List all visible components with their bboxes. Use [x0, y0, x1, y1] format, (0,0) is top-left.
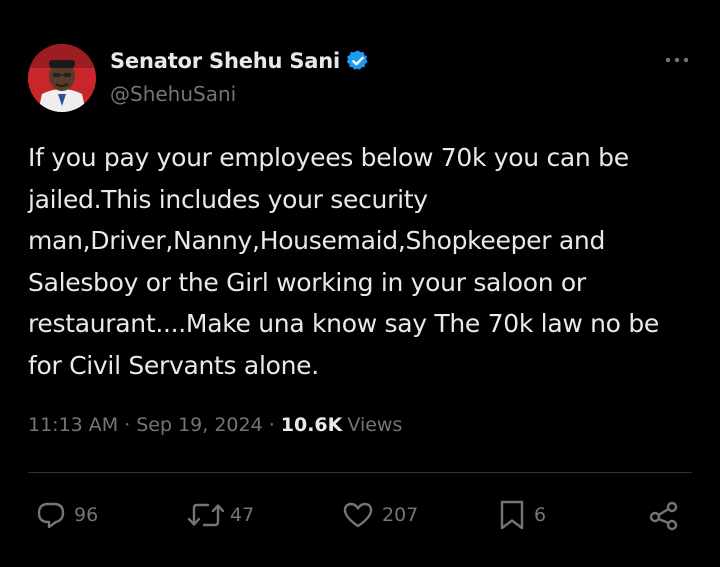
avatar[interactable] — [28, 44, 96, 112]
repost-count: 47 — [230, 504, 255, 526]
avatar-photo — [28, 44, 96, 112]
share-icon — [649, 501, 678, 531]
meta-separator: · — [268, 414, 275, 436]
heart-icon — [343, 502, 373, 528]
more-horizontal-icon[interactable] — [664, 50, 690, 70]
author-name-row: Senator Shehu Sani — [110, 46, 370, 76]
bookmark-button[interactable]: 6 — [498, 494, 546, 536]
like-count: 207 — [382, 504, 419, 526]
author-display-name[interactable]: Senator Shehu Sani — [110, 49, 340, 73]
post-meta: 11:13 AM · Sep 19, 2024 · 10.6K Views — [28, 414, 402, 436]
meta-separator: · — [124, 414, 131, 436]
repost-icon — [187, 503, 225, 527]
author-handle[interactable]: @ShehuSani — [110, 82, 236, 106]
verified-badge-icon[interactable] — [346, 49, 370, 73]
share-button[interactable] — [648, 494, 680, 536]
bookmark-icon — [500, 500, 524, 530]
reply-button[interactable]: 96 — [36, 494, 98, 536]
views-count[interactable]: 10.6K — [281, 414, 343, 436]
post-time[interactable]: 11:13 AM — [28, 414, 118, 436]
bookmark-count: 6 — [534, 504, 547, 526]
views-label: Views — [347, 414, 403, 436]
action-bar: 96 47 207 6 — [0, 494, 720, 536]
like-button[interactable]: 207 — [342, 494, 418, 536]
reply-count: 96 — [74, 504, 99, 526]
tweet: Senator Shehu Sani @ShehuSani If you pay… — [0, 0, 720, 567]
divider — [28, 472, 692, 473]
post-text: If you pay your employees below 70k you … — [28, 143, 675, 380]
reply-icon — [37, 502, 65, 529]
post-date[interactable]: Sep 19, 2024 — [136, 414, 262, 436]
repost-button[interactable]: 47 — [186, 494, 254, 536]
